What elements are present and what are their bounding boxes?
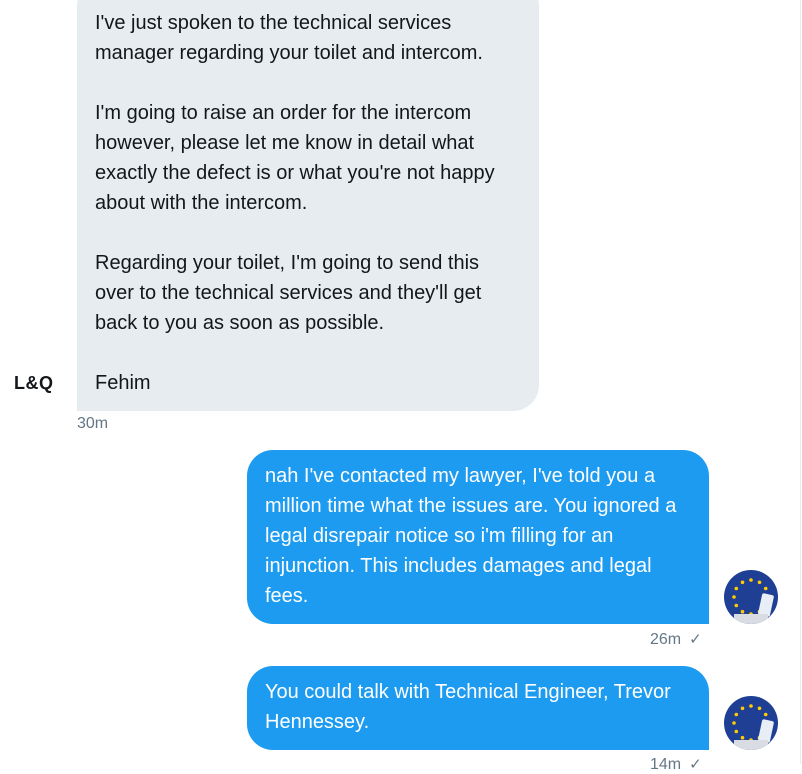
- eu-flag-avatar-icon: [724, 570, 778, 624]
- message-timestamp: 26m: [650, 631, 682, 648]
- lq-logo-avatar[interactable]: L&Q: [14, 373, 54, 394]
- message-meta: 26m ✓: [650, 631, 702, 649]
- message-timestamp: 14m: [650, 756, 682, 773]
- sent-check-icon: ✓: [689, 631, 702, 648]
- outgoing-message-bubble[interactable]: nah I've contacted my lawyer, I've told …: [247, 450, 709, 624]
- user-avatar-icon[interactable]: [724, 696, 778, 750]
- message-meta: 14m ✓: [650, 756, 702, 774]
- outgoing-message-bubble[interactable]: You could talk with Technical Engineer, …: [247, 666, 709, 750]
- eu-flag-avatar-icon: [724, 696, 778, 750]
- incoming-message-bubble[interactable]: I've just spoken to the technical servic…: [77, 0, 539, 411]
- sent-check-icon: ✓: [689, 756, 702, 773]
- user-avatar-icon[interactable]: [724, 570, 778, 624]
- panel-edge-divider: [800, 0, 801, 764]
- message-timestamp: 30m: [77, 415, 109, 432]
